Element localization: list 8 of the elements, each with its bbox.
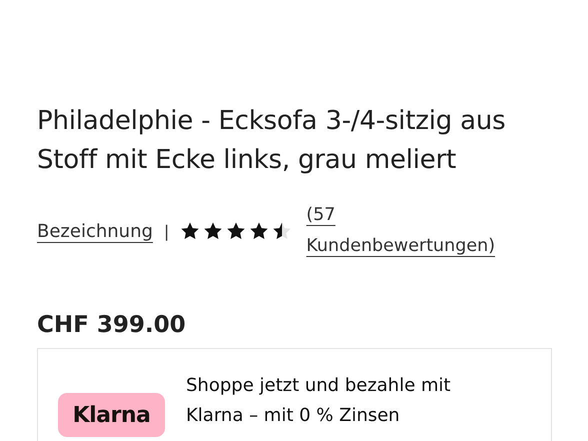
klarna-text-line: Klarna – mit 0 % Zinsen	[186, 404, 401, 428]
reviews-link[interactable]: (57 Kundenbewertungen)	[306, 200, 526, 262]
separator: |	[164, 222, 170, 240]
klarna-logo: Klarna	[58, 393, 165, 437]
designation-link[interactable]: Bezeichnung	[37, 220, 153, 242]
klarna-text-line: Shoppe jetzt und bezahle mit	[186, 374, 451, 398]
price: CHF 399.00	[37, 312, 187, 338]
product-title: Philadelphie - Ecksofa 3-/4-sitzig aus Stoff mit Ecke links, grau meliert	[37, 105, 507, 177]
